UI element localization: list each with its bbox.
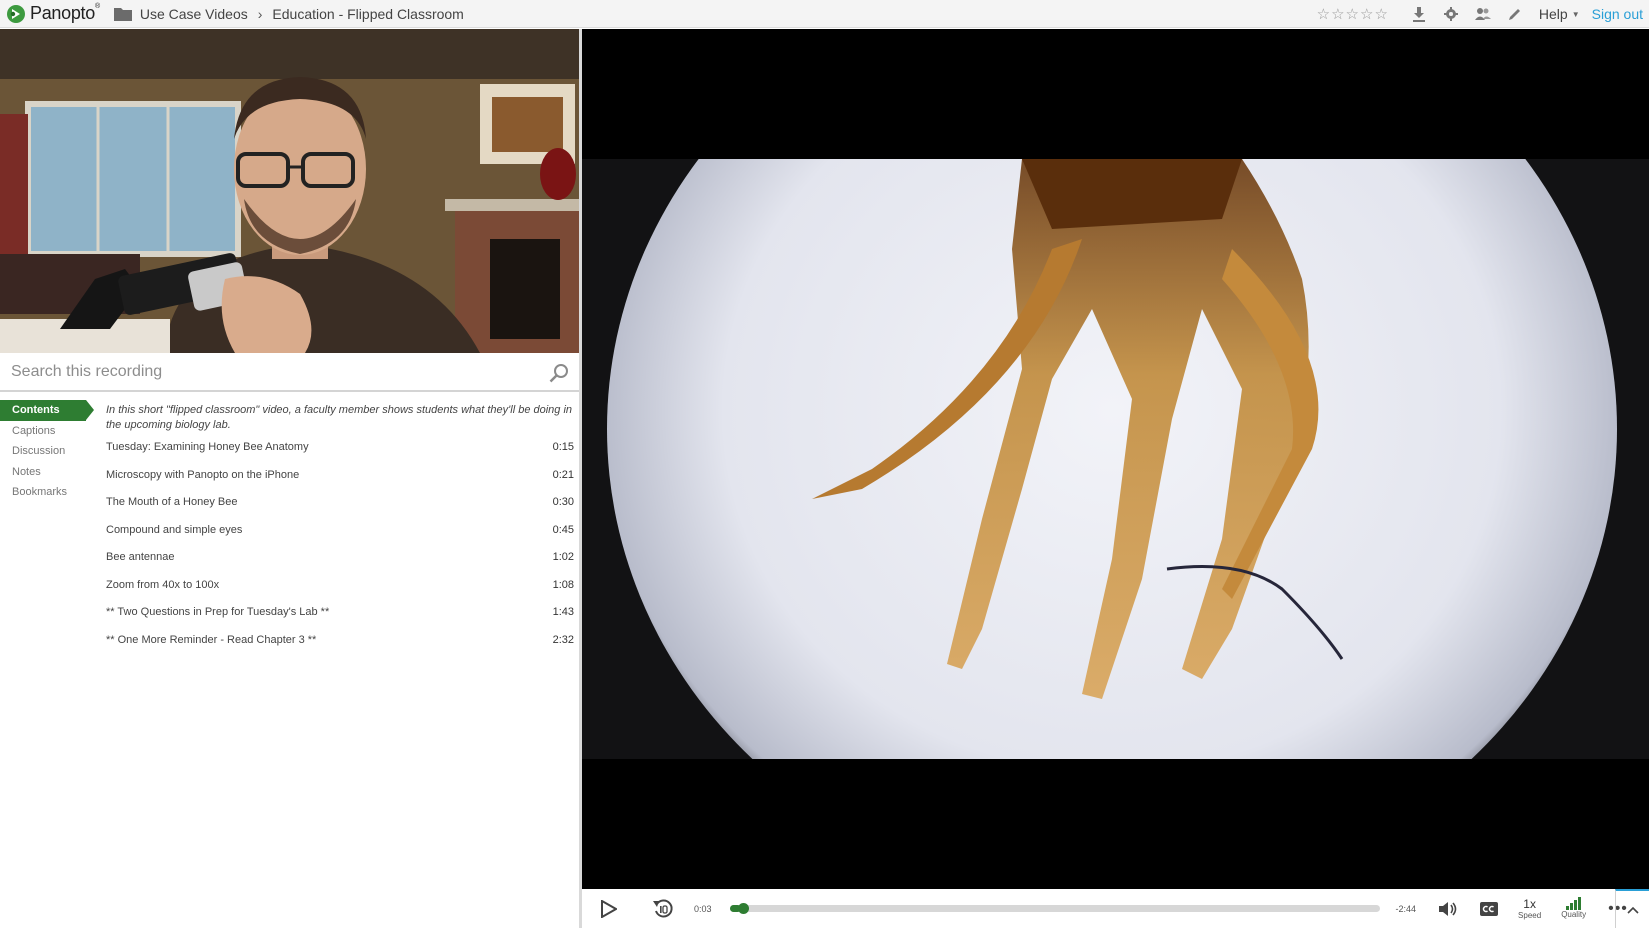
player-controls: 0:03 -2:44 1x Speed Quality ••• — [582, 889, 1649, 928]
play-icon — [601, 899, 617, 918]
folder-icon — [113, 7, 132, 21]
tab-bookmarks[interactable]: Bookmarks — [0, 482, 95, 503]
rating-stars[interactable]: ☆ ☆ ☆ ☆ ☆ — [1317, 7, 1389, 22]
rewind-10-icon — [653, 899, 673, 917]
brand[interactable]: Panopto® — [6, 3, 100, 24]
entry-time: 0:45 — [552, 523, 574, 536]
rewind-10-button[interactable] — [652, 898, 674, 920]
breadcrumb-separator: › — [257, 5, 263, 22]
tab-discussion[interactable]: Discussion — [0, 441, 95, 462]
side-tabs: Contents Captions Discussion Notes Bookm… — [0, 400, 95, 503]
expand-controls-button[interactable] — [1615, 889, 1649, 928]
breadcrumb-folder-link[interactable]: Use Case Videos — [140, 6, 248, 22]
webcam-frame-image — [0, 29, 579, 353]
chevron-down-icon: ▼ — [1571, 9, 1580, 19]
current-time: 0:03 — [694, 903, 712, 914]
entry-title: Bee antennae — [106, 551, 175, 563]
quality-button[interactable]: Quality — [1561, 897, 1586, 920]
rating-star-5[interactable]: ☆ — [1374, 7, 1387, 22]
panopto-logo-icon — [7, 4, 25, 23]
secondary-webcam-video[interactable] — [0, 29, 579, 353]
breadcrumb-session-title: Education - Flipped Classroom — [272, 5, 464, 22]
speed-label: Speed — [1518, 910, 1542, 920]
table-of-contents-entry[interactable]: The Mouth of a Honey Bee 0:30 — [106, 495, 574, 523]
entry-title: Compound and simple eyes — [106, 523, 243, 536]
speed-button[interactable]: 1x Speed — [1518, 897, 1541, 921]
seek-handle[interactable] — [738, 903, 750, 914]
table-of-contents-entry[interactable]: Bee antennae 1:02 — [106, 550, 574, 578]
table-of-contents-entry[interactable]: ** One More Reminder - Read Chapter 3 **… — [106, 633, 574, 661]
entry-title: ** Two Questions in Prep for Tuesday's L… — [106, 606, 330, 618]
contents-list: In this short "flipped classroom" video,… — [106, 403, 574, 660]
table-of-contents-entry[interactable]: Zoom from 40x to 100x 1:08 — [106, 578, 574, 606]
edit-pencil-icon[interactable] — [1507, 6, 1523, 22]
tab-captions[interactable]: Captions — [0, 421, 95, 442]
download-icon[interactable] — [1411, 6, 1427, 22]
main-video[interactable] — [582, 29, 1649, 889]
entry-time: 0:15 — [552, 441, 574, 453]
search-bar — [0, 353, 579, 392]
tab-contents[interactable]: Contents — [0, 400, 94, 421]
help-menu[interactable]: Help ▼ — [1539, 6, 1580, 22]
microscope-frame-image — [582, 159, 1649, 759]
signal-bars-icon — [1565, 897, 1581, 910]
brand-name: Panopto® — [30, 3, 100, 23]
closed-captions-icon — [1480, 901, 1499, 916]
entry-time: 1:02 — [552, 551, 574, 563]
entry-time: 0:30 — [552, 496, 574, 508]
table-of-contents-entry[interactable]: ** Two Questions in Prep for Tuesday's L… — [106, 605, 574, 633]
tab-notes[interactable]: Notes — [0, 462, 95, 483]
table-of-contents-entry[interactable]: Tuesday: Examining Honey Bee Anatomy 0:1… — [106, 440, 574, 468]
rating-star-4[interactable]: ☆ — [1360, 7, 1373, 22]
quality-label: Quality — [1561, 910, 1587, 919]
entry-time: 1:08 — [552, 578, 574, 591]
left-panel: Contents Captions Discussion Notes Bookm… — [0, 29, 580, 928]
entry-time: 2:32 — [552, 633, 574, 646]
play-button[interactable] — [600, 899, 618, 918]
rating-star-1[interactable]: ☆ — [1317, 7, 1330, 22]
captions-button[interactable] — [1480, 901, 1499, 916]
sign-out-link[interactable]: Sign out — [1592, 6, 1643, 22]
entry-title: Microscopy with Panopto on the iPhone — [106, 468, 300, 481]
breadcrumb: Use Case Videos › Education - Flipped Cl… — [113, 5, 464, 22]
entry-title: Zoom from 40x to 100x — [106, 578, 220, 591]
share-users-icon[interactable] — [1474, 6, 1491, 22]
rating-star-2[interactable]: ☆ — [1331, 7, 1344, 22]
settings-icon[interactable] — [1443, 6, 1459, 22]
seek-bar[interactable] — [729, 903, 1380, 914]
search-recording-input[interactable] — [11, 362, 531, 381]
speed-value: 1x — [1523, 896, 1536, 911]
top-bar: Panopto® Use Case Videos › Education - F… — [0, 0, 1649, 28]
rating-star-3[interactable]: ☆ — [1346, 7, 1359, 22]
entry-time: 1:43 — [552, 606, 574, 618]
remaining-time: -2:44 — [1395, 903, 1417, 914]
chevron-up-icon — [1626, 906, 1639, 914]
entry-time: 0:21 — [552, 468, 574, 481]
search-icon[interactable] — [549, 363, 569, 383]
entry-title: ** One More Reminder - Read Chapter 3 ** — [106, 633, 317, 646]
entry-title: Tuesday: Examining Honey Bee Anatomy — [106, 441, 309, 453]
volume-button[interactable] — [1438, 901, 1458, 917]
table-of-contents-entry[interactable]: Microscopy with Panopto on the iPhone 0:… — [106, 468, 574, 496]
header-actions: ☆ ☆ ☆ ☆ ☆ Help ▼ Sign out — [1317, 0, 1643, 28]
entry-title: The Mouth of a Honey Bee — [106, 496, 238, 508]
session-description: In this short "flipped classroom" video,… — [106, 404, 573, 431]
table-of-contents-entry[interactable]: Compound and simple eyes 0:45 — [106, 523, 574, 551]
volume-icon — [1439, 901, 1457, 916]
